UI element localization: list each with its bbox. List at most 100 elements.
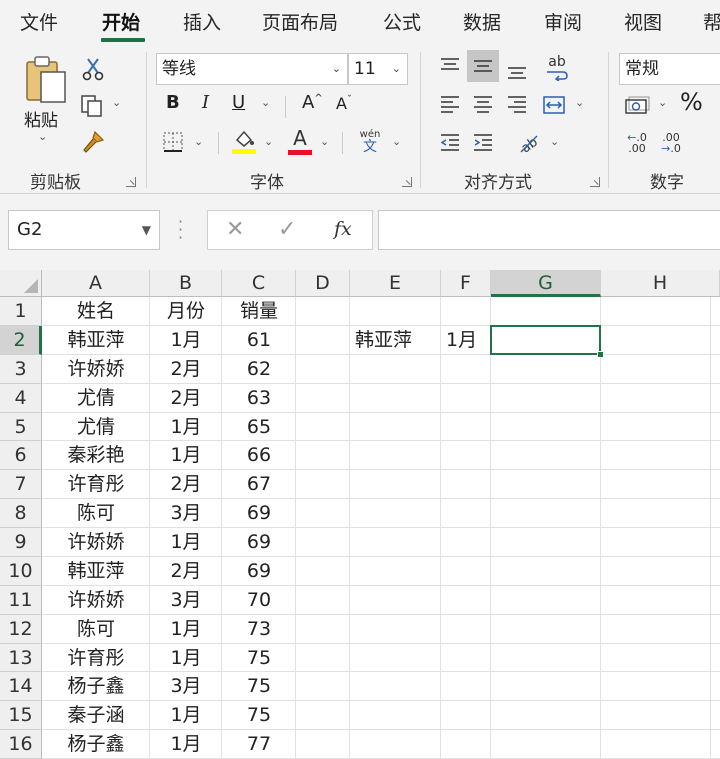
- alignment-launcher-icon[interactable]: [590, 177, 600, 187]
- row-header-2[interactable]: 2: [0, 325, 42, 355]
- align-right-icon[interactable]: [502, 90, 532, 120]
- decrease-decimal-icon[interactable]: .00 →.0: [656, 128, 686, 158]
- cell-b1[interactable]: 月份: [150, 297, 222, 326]
- merge-center-icon[interactable]: [539, 90, 569, 120]
- cell-c9[interactable]: 69: [222, 528, 296, 557]
- column-header-e[interactable]: E: [350, 270, 441, 297]
- row-header-16[interactable]: 16: [0, 730, 42, 759]
- cut-icon[interactable]: [80, 56, 106, 82]
- cell-b2[interactable]: 1月: [150, 326, 222, 355]
- tab-help[interactable]: 帮: [703, 8, 720, 35]
- bold-button[interactable]: B: [166, 92, 180, 113]
- column-header-partial[interactable]: [711, 270, 720, 297]
- tab-data[interactable]: 数据: [463, 8, 501, 35]
- column-header-c[interactable]: C: [222, 270, 296, 297]
- merge-dropdown-icon[interactable]: ⌄: [575, 96, 584, 109]
- cell-c13[interactable]: 75: [222, 644, 296, 673]
- cell-c10[interactable]: 69: [222, 557, 296, 586]
- format-painter-icon[interactable]: [79, 128, 107, 156]
- fill-handle[interactable]: [597, 350, 604, 358]
- tab-page-layout[interactable]: 页面布局: [262, 8, 338, 35]
- clipboard-launcher-icon[interactable]: [126, 177, 136, 187]
- column-header-d[interactable]: D: [296, 270, 350, 297]
- cell-b6[interactable]: 1月: [150, 441, 222, 470]
- row-header-4[interactable]: 4: [0, 383, 42, 413]
- cell-c12[interactable]: 73: [222, 615, 296, 644]
- cell-a4[interactable]: 尤倩: [42, 384, 150, 413]
- row-header-5[interactable]: 5: [0, 412, 42, 442]
- cell-c11[interactable]: 70: [222, 586, 296, 615]
- increase-indent-icon[interactable]: [468, 128, 498, 158]
- row-header-7[interactable]: 7: [0, 470, 42, 500]
- phonetic-dropdown-icon[interactable]: ⌄: [392, 135, 401, 148]
- decrease-indent-icon[interactable]: [435, 128, 465, 158]
- cell-c1[interactable]: 销量: [222, 297, 296, 326]
- row-header-3[interactable]: 3: [0, 354, 42, 384]
- cell-b7[interactable]: 2月: [150, 470, 222, 499]
- cell-a8[interactable]: 陈可: [42, 499, 150, 528]
- cell-c3[interactable]: 62: [222, 355, 296, 384]
- phonetic-guide-icon[interactable]: wén 文: [354, 128, 386, 156]
- cell-c2[interactable]: 61: [222, 326, 296, 355]
- wrap-text-icon[interactable]: ab: [540, 52, 574, 84]
- row-header-1[interactable]: 1: [0, 297, 42, 326]
- underline-dropdown-icon[interactable]: ⌄: [261, 96, 270, 109]
- grow-font-button[interactable]: A^: [302, 92, 323, 113]
- column-header-f[interactable]: F: [441, 270, 491, 297]
- underline-button[interactable]: U: [232, 92, 245, 113]
- font-color-dropdown-icon[interactable]: ⌄: [320, 135, 329, 148]
- tab-view[interactable]: 视图: [624, 8, 662, 35]
- tab-formulas[interactable]: 公式: [383, 8, 421, 35]
- row-header-6[interactable]: 6: [0, 441, 42, 471]
- increase-decimal-icon[interactable]: ←.0 .00: [622, 128, 652, 158]
- cell-a7[interactable]: 许育彤: [42, 470, 150, 499]
- enter-icon[interactable]: ✓: [278, 217, 296, 242]
- cell-a2[interactable]: 韩亚萍: [42, 326, 150, 355]
- cell-a11[interactable]: 许娇娇: [42, 586, 150, 615]
- borders-icon[interactable]: [160, 130, 186, 154]
- cell-c14[interactable]: 75: [222, 672, 296, 701]
- cell-a13[interactable]: 许育彤: [42, 644, 150, 673]
- cell-a1[interactable]: 姓名: [42, 297, 150, 326]
- row-header-10[interactable]: 10: [0, 556, 42, 586]
- number-format-combo[interactable]: 常规: [619, 53, 720, 85]
- name-box[interactable]: G2 ▼: [8, 210, 160, 250]
- cell-b10[interactable]: 2月: [150, 557, 222, 586]
- cell-a5[interactable]: 尤倩: [42, 413, 150, 442]
- cell-b12[interactable]: 1月: [150, 615, 222, 644]
- row-header-8[interactable]: 8: [0, 499, 42, 528]
- copy-dropdown-icon[interactable]: ⌄: [112, 96, 121, 109]
- cell-b11[interactable]: 3月: [150, 586, 222, 615]
- cell-a16[interactable]: 杨子鑫: [42, 730, 150, 759]
- cell-a15[interactable]: 秦子涵: [42, 701, 150, 730]
- cell-c6[interactable]: 66: [222, 441, 296, 470]
- align-center-icon[interactable]: [468, 90, 498, 120]
- cell-b5[interactable]: 1月: [150, 413, 222, 442]
- fill-color-dropdown-icon[interactable]: ⌄: [264, 135, 273, 148]
- align-left-icon[interactable]: [435, 90, 465, 120]
- cell-c7[interactable]: 67: [222, 470, 296, 499]
- cell-a10[interactable]: 韩亚萍: [42, 557, 150, 586]
- chevron-down-icon[interactable]: ⌄: [392, 54, 401, 84]
- formula-bar-resize-handle[interactable]: · · ·: [178, 214, 183, 246]
- column-header-b[interactable]: B: [150, 270, 222, 297]
- formula-input[interactable]: [378, 210, 720, 250]
- cell-b9[interactable]: 1月: [150, 528, 222, 557]
- cell-a14[interactable]: 杨子鑫: [42, 672, 150, 701]
- cell-c15[interactable]: 75: [222, 701, 296, 730]
- copy-icon[interactable]: [78, 92, 106, 120]
- cancel-icon[interactable]: ✕: [226, 217, 244, 242]
- fill-color-icon[interactable]: [230, 128, 258, 156]
- row-header-11[interactable]: 11: [0, 585, 42, 615]
- cell-c5[interactable]: 65: [222, 413, 296, 442]
- column-header-a[interactable]: A: [42, 270, 150, 297]
- accounting-format-icon[interactable]: [622, 92, 652, 120]
- chevron-down-icon[interactable]: ⌄: [332, 54, 341, 84]
- borders-dropdown-icon[interactable]: ⌄: [194, 135, 203, 148]
- chevron-down-icon[interactable]: ▼: [142, 211, 151, 249]
- row-header-12[interactable]: 12: [0, 614, 42, 644]
- font-launcher-icon[interactable]: [402, 177, 412, 187]
- cell-a9[interactable]: 许娇娇: [42, 528, 150, 557]
- cell-b14[interactable]: 3月: [150, 672, 222, 701]
- shrink-font-button[interactable]: Aˇ: [336, 94, 352, 113]
